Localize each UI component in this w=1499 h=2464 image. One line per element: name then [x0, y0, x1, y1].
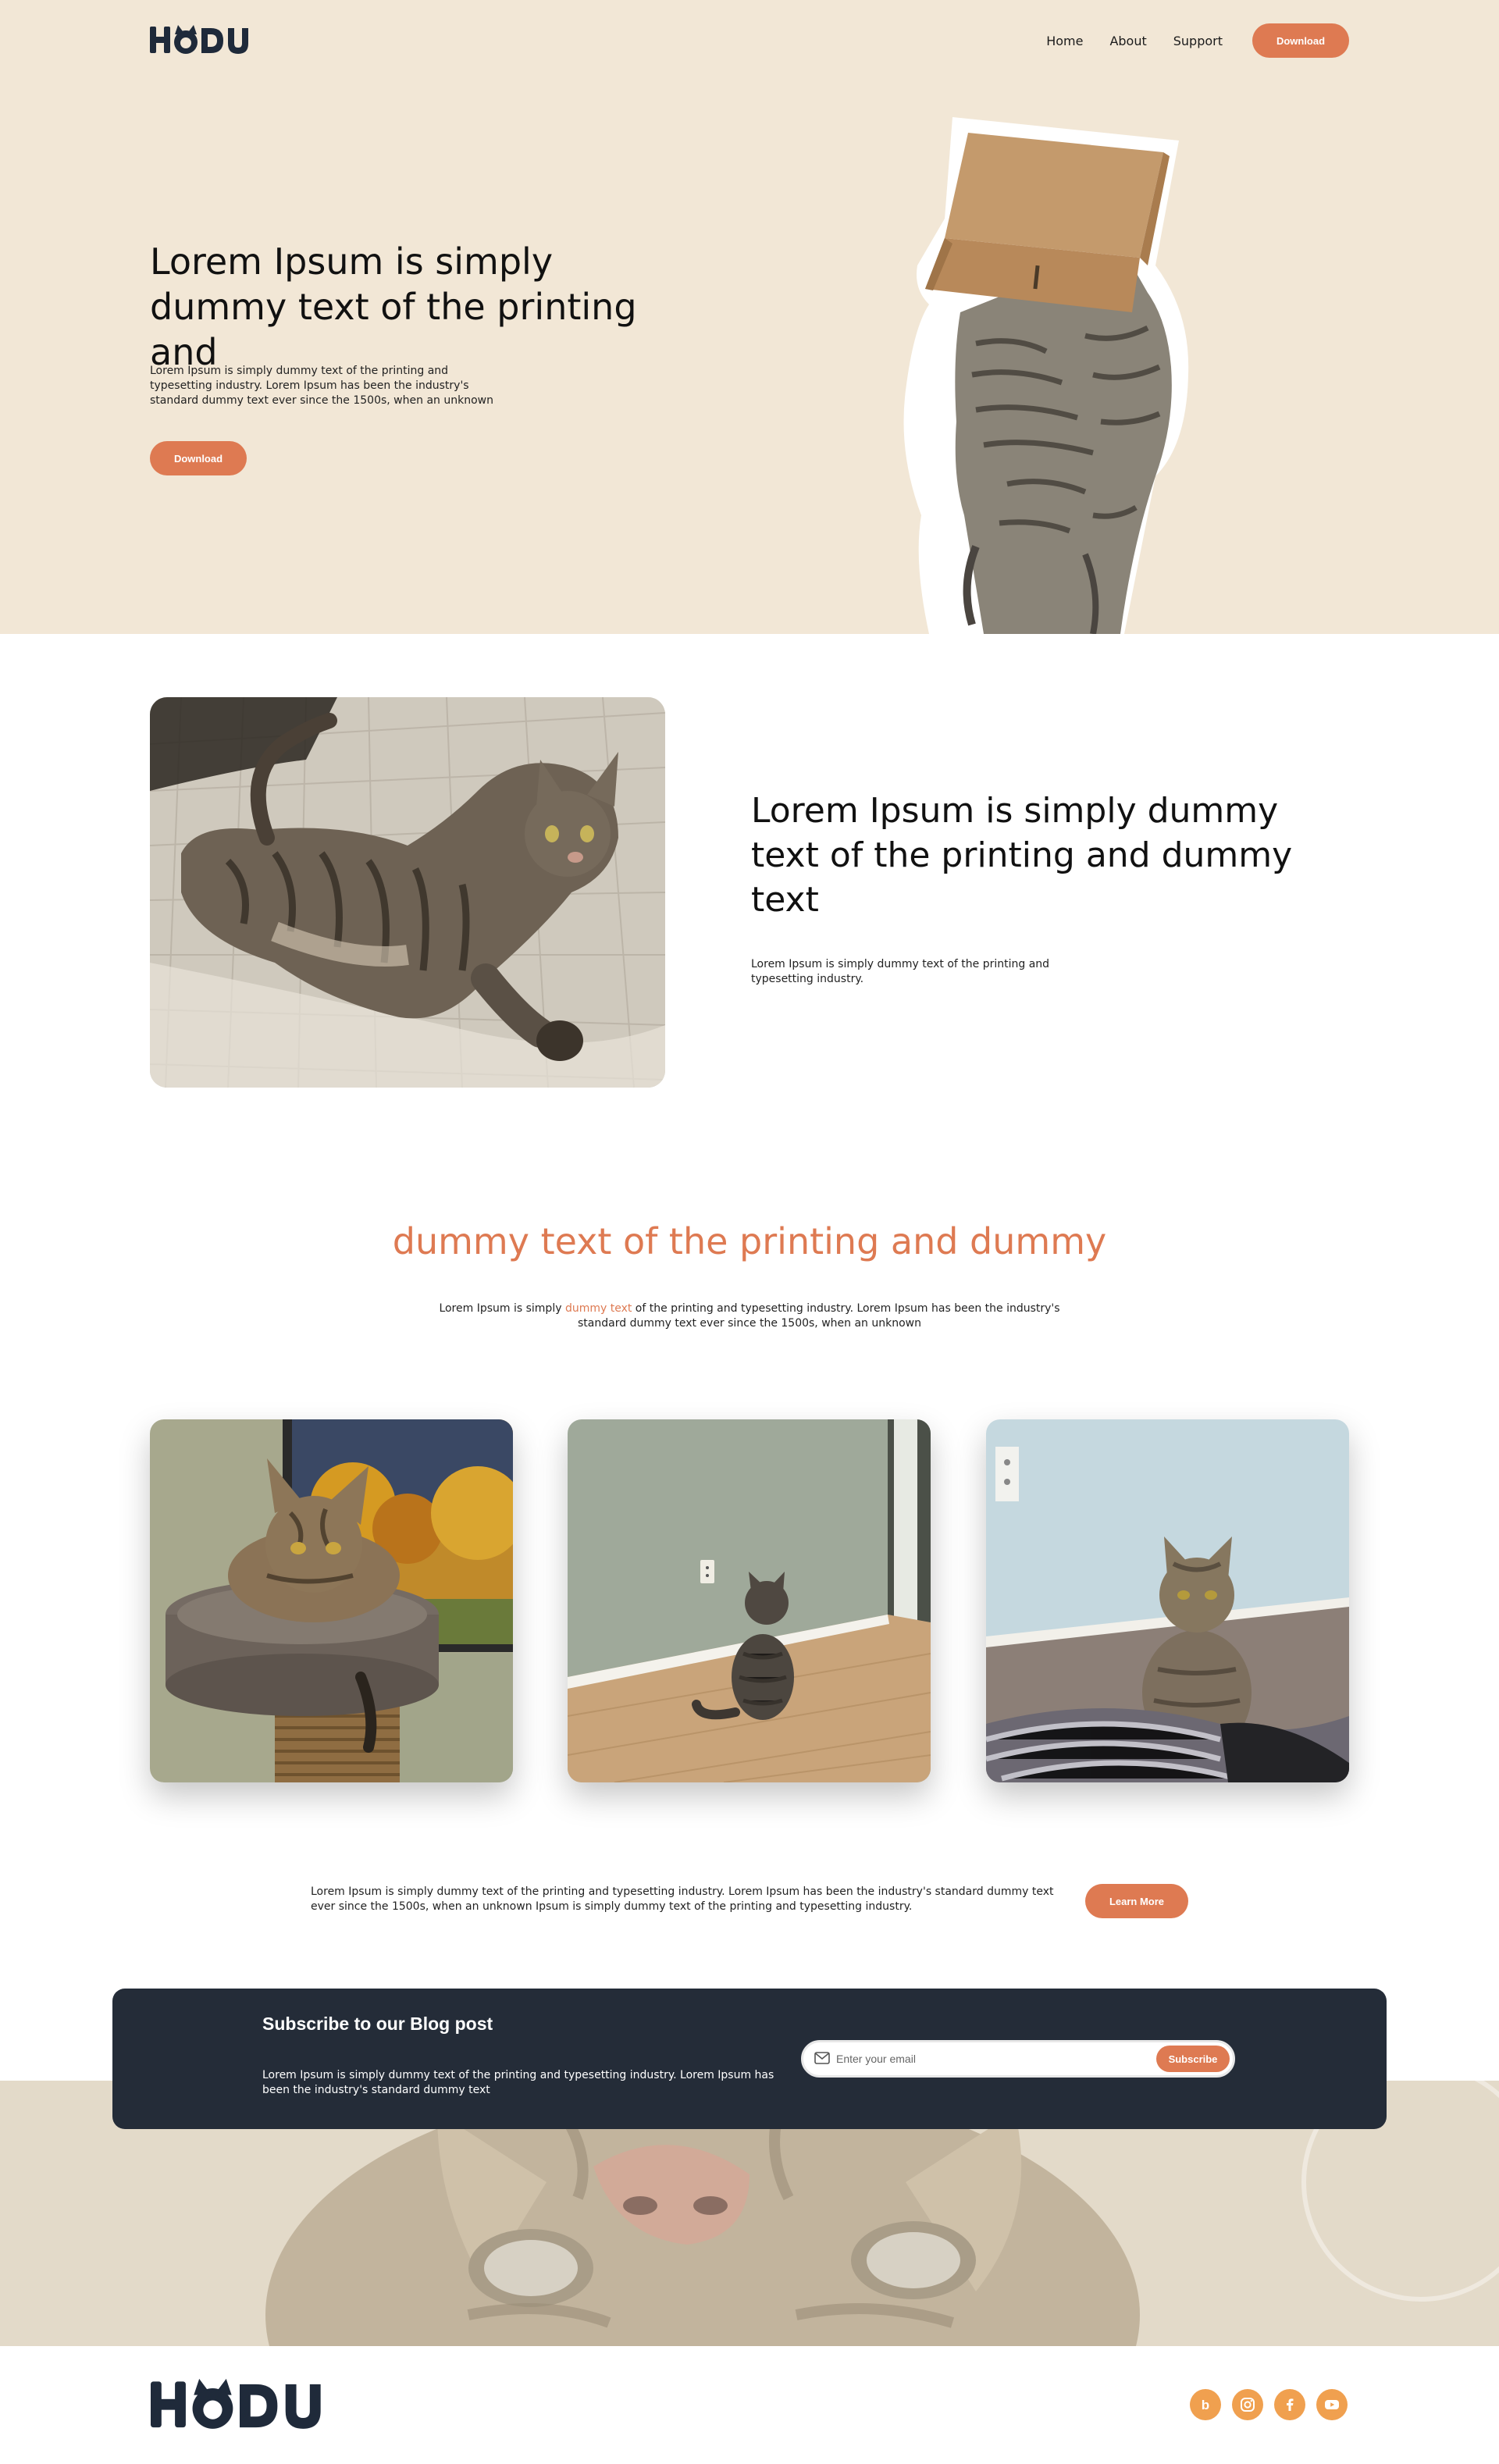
youtube-link[interactable] [1316, 2389, 1348, 2420]
youtube-icon [1325, 2400, 1339, 2409]
hero-download-button[interactable]: Download [150, 441, 247, 475]
social-links: b [1190, 2389, 1348, 2420]
nav-download-button[interactable]: Download [1252, 23, 1349, 58]
cta-text: Lorem Ipsum is simply dummy text of the … [311, 1885, 1054, 1913]
highlight-desc-before: Lorem Ipsum is simply [439, 1302, 565, 1315]
hero-section: Home About Support Download Lorem Ipsum … [0, 0, 1499, 634]
gallery-card [986, 1419, 1349, 1782]
nav-about-link[interactable]: About [1109, 34, 1146, 48]
cat-sitting-on-blanket-icon [986, 1419, 1349, 1782]
nav-links: Home About Support Download [1046, 22, 1349, 59]
cat-on-tower-icon [150, 1419, 513, 1782]
hero-title: Lorem Ipsum is simply dummy text of the … [150, 240, 637, 373]
brand-logo[interactable] [150, 22, 253, 56]
subscribe-form: Subscribe [801, 2040, 1235, 2078]
facebook-link[interactable] [1274, 2389, 1305, 2420]
nav-home-link[interactable]: Home [1046, 34, 1083, 48]
feature-description: Lorem Ipsum is simply dummy text of the … [751, 958, 1050, 985]
feature-title: Lorem Ipsum is simply dummy text of the … [751, 791, 1293, 920]
cat-with-box-icon [903, 117, 1189, 634]
gallery-card [150, 1419, 513, 1782]
facebook-icon [1287, 2398, 1294, 2411]
top-nav: Home About Support Download [150, 22, 1349, 59]
hero-description: Lorem Ipsum is simply dummy text of the … [150, 365, 493, 407]
subscribe-button[interactable]: Subscribe [1156, 2046, 1230, 2072]
learn-more-button[interactable]: Learn More [1085, 1884, 1188, 1918]
subscribe-panel: Subscribe to our Blog post Lorem Ipsum i… [112, 1989, 1387, 2129]
footer-logo[interactable] [150, 2373, 329, 2436]
instagram-icon [1241, 2398, 1255, 2412]
hodu-logo-icon [151, 2378, 321, 2429]
hodu-logo-icon [150, 25, 248, 54]
cat-facing-wall-icon [568, 1419, 931, 1782]
blog-icon: b [1202, 2398, 1209, 2412]
highlight-desc-after: of the printing and typesetting industry… [578, 1302, 1060, 1330]
subscribe-title: Subscribe to our Blog post [262, 2014, 493, 2034]
feature-photo [150, 697, 665, 1088]
gallery [150, 1419, 1349, 1782]
nav-support-link[interactable]: Support [1173, 34, 1223, 48]
highlight-desc-accent: dummy text [564, 1302, 632, 1315]
instagram-link[interactable] [1232, 2389, 1263, 2420]
svg-text:b: b [1202, 2398, 1209, 2412]
gallery-card [568, 1419, 931, 1782]
subscribe-description: Lorem Ipsum is simply dummy text of the … [262, 2069, 774, 2096]
blog-link[interactable]: b [1190, 2389, 1221, 2420]
highlight-title: dummy text of the printing and dummy [392, 1220, 1107, 1262]
cat-lying-on-bed-icon [150, 697, 665, 1088]
mail-icon [814, 2052, 830, 2064]
highlight-description: Lorem Ipsum is simply dummy text of the … [437, 1301, 1062, 1331]
email-input[interactable] [836, 2047, 1141, 2071]
